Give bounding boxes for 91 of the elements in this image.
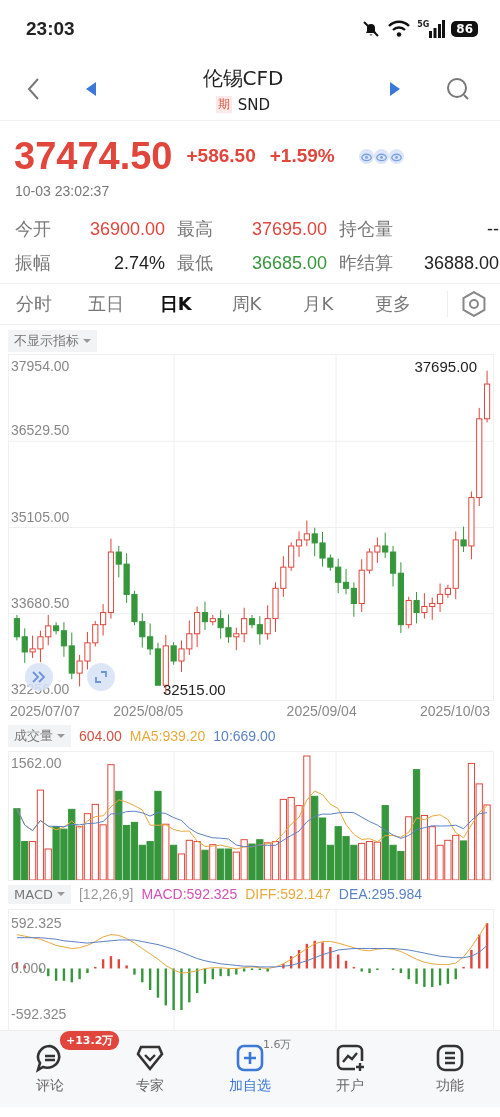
bar bbox=[133, 968, 136, 975]
bar bbox=[368, 968, 371, 974]
stat-label: 持仓量 bbox=[339, 217, 393, 241]
indicator-dropdown[interactable]: 不显示指标 bbox=[8, 330, 97, 352]
axis-label: 35105.00 bbox=[11, 507, 70, 526]
eye-icon[interactable] bbox=[358, 148, 374, 164]
high-price-label: 37695.00 bbox=[414, 358, 477, 375]
bar bbox=[399, 968, 403, 974]
bar bbox=[321, 942, 324, 969]
last-price: 37474.50 bbox=[14, 134, 173, 178]
stat-label: 最低 bbox=[177, 251, 213, 275]
bar bbox=[423, 968, 426, 987]
bar bbox=[313, 940, 316, 969]
stat-value: -- bbox=[487, 218, 499, 240]
back-icon[interactable] bbox=[26, 77, 40, 101]
bar bbox=[219, 968, 222, 977]
stat-value: 36685.00 bbox=[251, 252, 327, 274]
period-tab[interactable]: 五日 bbox=[81, 284, 154, 324]
status-time: 23:03 bbox=[26, 18, 75, 40]
bar bbox=[470, 950, 473, 969]
shield-check-icon bbox=[135, 1043, 165, 1073]
fullscreen-button[interactable] bbox=[87, 663, 115, 691]
period-tab[interactable]: 分时 bbox=[10, 284, 82, 324]
volume-reading: 604.00 bbox=[79, 728, 122, 744]
wifi-icon bbox=[387, 20, 412, 38]
date-label: 2025/07/07 bbox=[10, 703, 81, 721]
bar bbox=[329, 946, 332, 969]
stat-label: 最高 bbox=[177, 217, 213, 241]
period-tab[interactable]: 周K bbox=[225, 284, 298, 324]
change-percent: +1.59% bbox=[269, 145, 335, 167]
watchlist-count: 1.6万 bbox=[263, 1037, 292, 1052]
stat-value: 37695.00 bbox=[251, 218, 327, 240]
period-tab[interactable]: 更多 bbox=[369, 284, 442, 324]
volume-reading: MA5:939.20 bbox=[129, 728, 206, 744]
period-tab[interactable]: 月K bbox=[297, 284, 370, 324]
axis-label: 1562.00 bbox=[11, 754, 62, 772]
macd-dropdown[interactable]: MACD bbox=[8, 884, 71, 904]
macd-reading: DIFF:592.147 bbox=[245, 886, 331, 902]
stat-label: 振幅 bbox=[15, 251, 51, 275]
axis-label: 33680.50 bbox=[11, 593, 70, 612]
futures-tag: 期 bbox=[215, 96, 232, 113]
date-label: 2025/10/03 bbox=[419, 703, 490, 721]
volume-dropdown[interactable]: 成交量 bbox=[8, 725, 71, 747]
nav-item[interactable]: 功能 bbox=[400, 1031, 500, 1107]
bar bbox=[415, 968, 418, 984]
trend-chart-icon bbox=[335, 1043, 365, 1073]
battery-level: 86 bbox=[451, 21, 478, 37]
double-chevron-icon bbox=[32, 671, 46, 683]
stat-label: 今开 bbox=[15, 217, 51, 241]
axis-label: -592.325 bbox=[11, 1005, 67, 1023]
signal-icon bbox=[429, 20, 446, 38]
nav-item[interactable]: 开户 bbox=[300, 1031, 400, 1107]
axis-label: 592.325 bbox=[11, 913, 62, 932]
expand-icon bbox=[95, 671, 107, 683]
bar bbox=[125, 965, 128, 969]
macd-reading: MACD:592.325 bbox=[141, 886, 238, 902]
stat-value: 36900.00 bbox=[89, 218, 165, 240]
list-icon bbox=[435, 1043, 465, 1073]
search-icon[interactable] bbox=[446, 77, 470, 101]
previous-triangle-icon[interactable] bbox=[86, 82, 96, 96]
network-type: 5G bbox=[417, 20, 430, 29]
plus-square-icon bbox=[235, 1043, 265, 1073]
date-label: 2025/09/04 bbox=[286, 703, 357, 721]
instrument-title: 伦锡CFD bbox=[202, 64, 284, 92]
bar bbox=[86, 968, 89, 974]
bar bbox=[360, 968, 363, 972]
price-change: +586.50 bbox=[186, 145, 256, 167]
stat-label: 昨结算 bbox=[339, 251, 393, 275]
volume-reading: 10:669.00 bbox=[213, 728, 276, 744]
settings-icon[interactable] bbox=[462, 291, 486, 317]
quote-timestamp: 10-03 23:02:37 bbox=[14, 182, 111, 201]
bar bbox=[242, 968, 246, 972]
stat-value: 36888.00 bbox=[423, 252, 499, 274]
axis-label: 37954.00 bbox=[11, 357, 70, 375]
eye-icon[interactable] bbox=[373, 148, 389, 164]
next-triangle-icon[interactable] bbox=[390, 82, 400, 96]
bar bbox=[78, 968, 81, 980]
stat-value: 2.74% bbox=[113, 252, 165, 274]
axis-label: 0.000 bbox=[11, 959, 47, 978]
comment-count-badge: +13.2万 bbox=[60, 1031, 120, 1050]
axis-label: 36529.50 bbox=[11, 421, 70, 440]
axis-label: 32256.00 bbox=[11, 680, 70, 698]
instrument-code: SND bbox=[237, 95, 271, 114]
bar bbox=[172, 968, 175, 1010]
macd-reading: DEA:295.984 bbox=[338, 886, 423, 902]
bar bbox=[180, 968, 183, 1010]
date-label: 2025/08/05 bbox=[113, 703, 184, 721]
bar bbox=[188, 968, 191, 1003]
macd-parameters: [12,26,9] bbox=[78, 886, 134, 902]
eye-icon[interactable] bbox=[388, 148, 404, 164]
low-price-label: 32515.00 bbox=[163, 681, 226, 698]
